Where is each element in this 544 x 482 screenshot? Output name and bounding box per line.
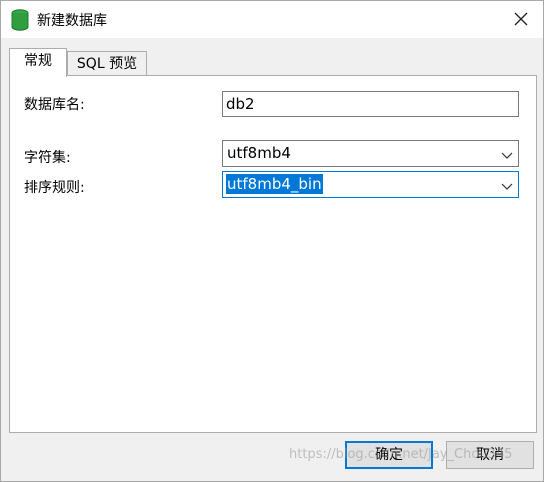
chevron-down-icon[interactable] (501, 148, 513, 159)
tab-general[interactable]: 常规 (9, 48, 67, 77)
close-icon[interactable] (511, 9, 531, 29)
collation-label: 排序规则: (24, 180, 85, 196)
db-name-label: 数据库名: (24, 97, 85, 113)
title-bar: 新建数据库 (1, 1, 543, 38)
charset-value: utf8mb4 (227, 144, 291, 162)
database-icon (11, 9, 29, 31)
cancel-button[interactable]: 取消 (446, 441, 534, 469)
window-title: 新建数据库 (37, 13, 107, 29)
charset-label: 字符集: (24, 150, 71, 166)
charset-select[interactable]: utf8mb4 (222, 140, 519, 167)
db-name-field[interactable]: db2 (222, 91, 519, 117)
tab-bar: 常规 SQL 预览 (9, 48, 539, 77)
chevron-down-icon[interactable] (501, 179, 513, 190)
collation-select[interactable]: utf8mb4_bin (222, 171, 519, 198)
general-panel: 数据库名: db2 字符集: utf8mb4 排序规则: utf8mb4_bin (9, 75, 537, 433)
tab-sql-preview[interactable]: SQL 预览 (67, 51, 147, 75)
ok-button[interactable]: 确定 (345, 441, 433, 469)
new-database-dialog: 新建数据库 常规 SQL 预览 数据库名: db2 字符集: utf8mb4 排… (0, 0, 544, 482)
collation-value: utf8mb4_bin (226, 174, 323, 194)
